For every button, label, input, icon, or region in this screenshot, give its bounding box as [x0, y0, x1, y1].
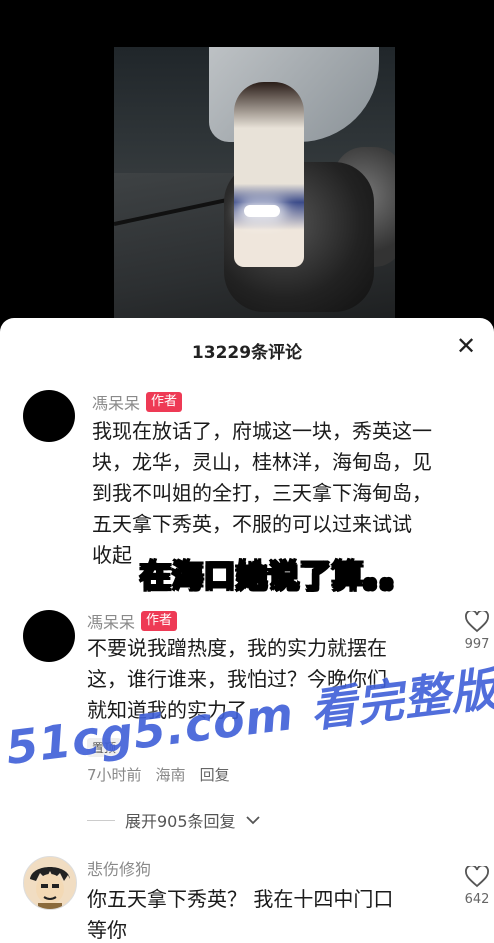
avatar[interactable] [23, 390, 75, 442]
expand-replies-label: 展开905条回复 [125, 812, 236, 831]
like-button[interactable]: 997 [457, 611, 494, 652]
comment-line: 不要说我蹭热度，我的实力就摆在 [87, 636, 387, 660]
comment-text: 我现在放话了，府城这一块，秀英这一 块，龙华，灵山，桂林洋，海甸岛，见 到我不叫… [92, 416, 472, 571]
avatar[interactable] [23, 856, 77, 910]
heart-icon [465, 611, 489, 633]
avatar[interactable] [23, 610, 75, 662]
expand-replies-button[interactable]: 展开905条回复 [87, 808, 260, 832]
author-badge: 作者 [141, 611, 178, 631]
comment-author-row: 馮呆呆 作者 [87, 609, 178, 633]
comment-line: 你五天拿下秀英？ 我在十四中门口 [87, 887, 394, 911]
heart-icon [465, 866, 489, 888]
divider [87, 819, 115, 821]
chevron-down-icon [245, 816, 260, 825]
like-count: 642 [464, 892, 490, 907]
comment-author[interactable]: 悲伤修狗 [87, 856, 151, 880]
video-thumbnail [114, 47, 395, 323]
comment-line: 到我不叫姐的全打，三天拿下海甸岛， [92, 481, 432, 505]
comment-author-row: 悲伤修狗 [87, 856, 151, 880]
comment-author[interactable]: 馮呆呆 [92, 390, 140, 414]
comment-text: 你五天拿下秀英？ 我在十四中门口 等你 [87, 884, 447, 943]
comment-line: 等你 [87, 918, 127, 942]
comment-location: 海南 [155, 766, 186, 784]
comment-meta: 7小时前 海南 回复 [87, 764, 230, 785]
comment-sheet: 13229条评论 ✕ 馮呆呆 作者 我现在放话了，府城这一块，秀英这一 块，龙华… [0, 318, 494, 943]
comment-line: 五天拿下秀英，不服的可以过来试试 [92, 512, 412, 536]
close-icon[interactable]: ✕ [454, 334, 478, 358]
comment-line: 块，龙华，灵山，桂林洋，海甸岛，见 [92, 450, 432, 474]
comment-author-row: 馮呆呆 作者 [92, 390, 183, 414]
author-badge: 作者 [146, 392, 183, 412]
comment-line: 我现在放话了，府城这一块，秀英这一 [92, 419, 432, 443]
video-caption-overlay: 在海口她说了算。。 [139, 558, 413, 596]
comment-author[interactable]: 馮呆呆 [87, 609, 135, 633]
reply-button[interactable]: 回复 [200, 764, 230, 785]
comment-count-title: 13229条评论 [191, 343, 303, 363]
like-count: 997 [464, 637, 490, 652]
video-area[interactable] [0, 0, 494, 323]
like-button[interactable]: 642 [457, 866, 494, 907]
